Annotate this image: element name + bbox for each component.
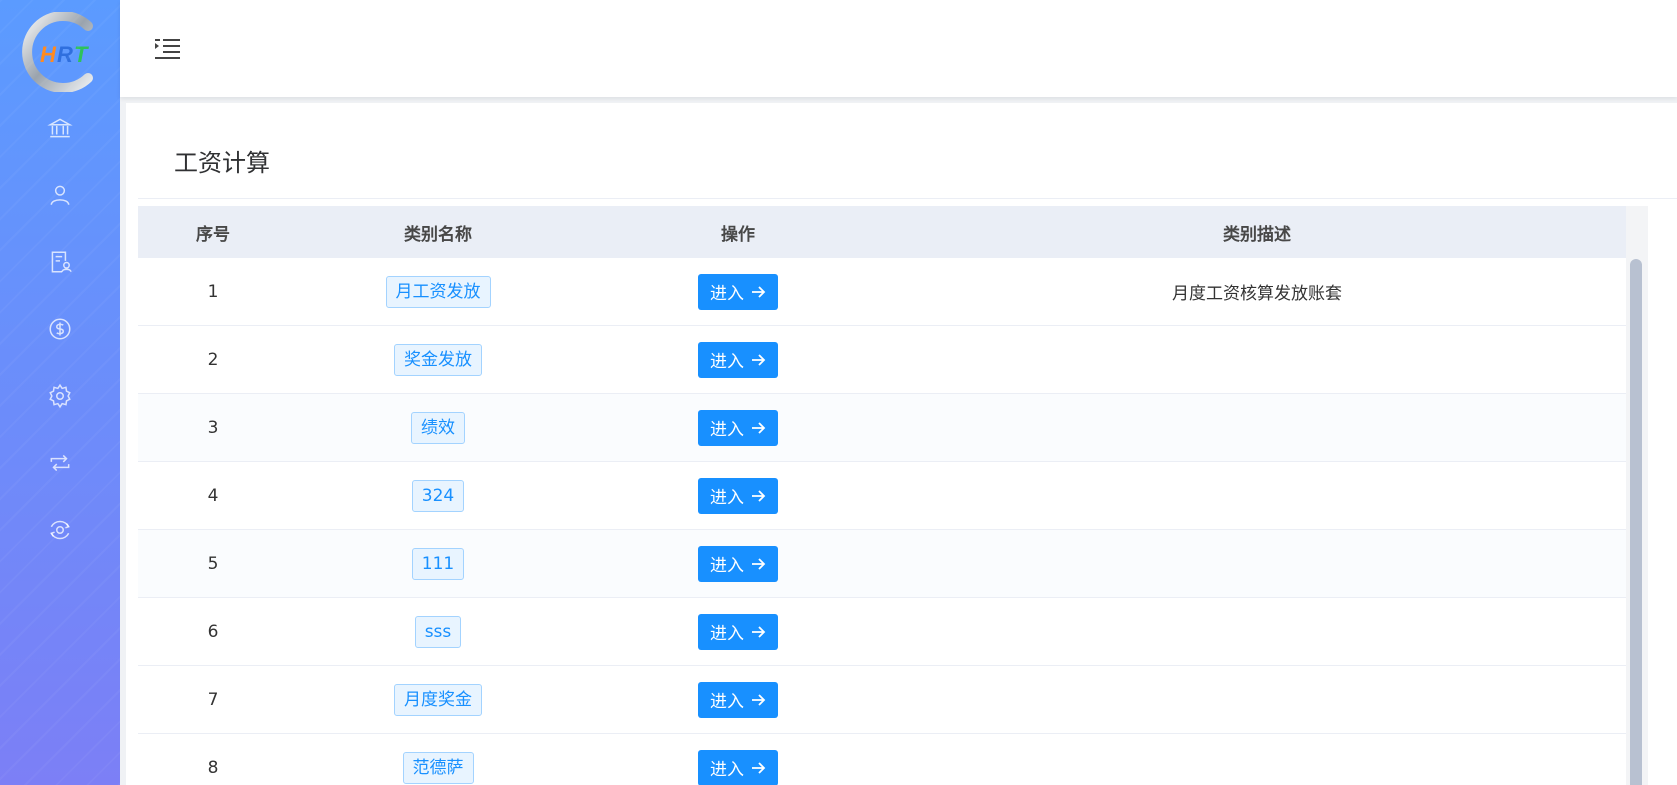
gear-icon xyxy=(49,383,71,409)
sidebar-item-salary[interactable] xyxy=(0,303,120,355)
category-tag: sss xyxy=(414,615,462,648)
row-index: 5 xyxy=(207,553,219,574)
enter-button[interactable]: 进入 xyxy=(698,341,778,378)
sidebar-item-home[interactable] xyxy=(0,102,120,154)
enter-button[interactable]: 进入 xyxy=(698,409,778,446)
arrow-right-icon xyxy=(752,489,766,502)
arrow-right-icon xyxy=(752,693,766,706)
arrow-right-icon xyxy=(752,557,766,570)
sidebar-item-monitor[interactable] xyxy=(0,504,120,556)
sidebar-item-employees[interactable] xyxy=(0,169,120,221)
scrollbar-thumb[interactable] xyxy=(1630,259,1642,785)
table-header: 序号 类别名称 操作 类别描述 xyxy=(138,206,1626,258)
sidebar-item-records[interactable] xyxy=(0,236,120,288)
top-navbar xyxy=(120,0,1677,97)
bank-icon xyxy=(47,118,73,138)
category-tag: 绩效 xyxy=(411,411,465,444)
arrow-right-icon xyxy=(752,353,766,366)
svg-text:R: R xyxy=(57,42,73,67)
hrt-logo[interactable]: H R T xyxy=(16,11,104,93)
row-description: 月度工资核算发放账套 xyxy=(1172,284,1342,304)
column-header-description[interactable]: 类别描述 xyxy=(888,220,1626,245)
svg-text:H: H xyxy=(40,42,57,67)
table-row: 2 奖金发放 进入 xyxy=(138,326,1626,394)
document-user-icon xyxy=(51,251,72,273)
category-tag: 月度奖金 xyxy=(394,683,482,716)
column-header-name[interactable]: 类别名称 xyxy=(288,220,588,245)
column-header-action[interactable]: 操作 xyxy=(588,220,888,245)
table-row: 3 绩效 进入 xyxy=(138,394,1626,462)
sidebar-item-settings[interactable] xyxy=(0,370,120,422)
category-tag: 范德萨 xyxy=(402,751,474,784)
category-tag: 奖金发放 xyxy=(394,343,482,376)
arrow-right-icon xyxy=(752,761,766,774)
table-row: 4 324 进入 xyxy=(138,462,1626,530)
row-index: 8 xyxy=(207,757,219,778)
eye-refresh-icon xyxy=(50,520,70,540)
arrow-right-icon xyxy=(752,625,766,638)
svg-text:T: T xyxy=(74,42,89,67)
row-index: 6 xyxy=(207,621,219,642)
salary-category-table: 序号 类别名称 操作 类别描述 1 月工资发放 进入 月度工资核算发放账套 2 … xyxy=(138,206,1626,785)
enter-button[interactable]: 进入 xyxy=(698,681,778,718)
dollar-icon xyxy=(49,318,71,340)
column-header-index[interactable]: 序号 xyxy=(138,220,288,245)
arrow-right-icon xyxy=(752,421,766,434)
enter-button[interactable]: 进入 xyxy=(698,545,778,582)
table-row: 6 sss 进入 xyxy=(138,598,1626,666)
row-index: 4 xyxy=(207,485,219,506)
enter-button-label: 进入 xyxy=(710,488,744,508)
enter-button-label: 进入 xyxy=(710,692,744,712)
sidebar: H R T xyxy=(0,0,120,785)
enter-button-label: 进入 xyxy=(710,556,744,576)
category-tag: 324 xyxy=(411,479,465,512)
repeat-icon xyxy=(50,454,70,472)
table-row: 5 111 进入 xyxy=(138,530,1626,598)
enter-button[interactable]: 进入 xyxy=(698,749,778,785)
enter-button-label: 进入 xyxy=(710,284,744,304)
enter-button-label: 进入 xyxy=(710,352,744,372)
enter-button-label: 进入 xyxy=(710,420,744,440)
enter-button[interactable]: 进入 xyxy=(698,477,778,514)
category-tag: 月工资发放 xyxy=(385,275,491,308)
category-tag: 111 xyxy=(411,547,465,580)
salary-card: 工资计算 序号 类别名称 操作 类别描述 1 月工资发放 进入 月度工资核算发放… xyxy=(126,103,1677,785)
enter-button[interactable]: 进入 xyxy=(698,613,778,650)
table-row: 1 月工资发放 进入 月度工资核算发放账套 xyxy=(138,258,1626,326)
enter-button-label: 进入 xyxy=(710,760,744,780)
table-row: 8 范德萨 进入 xyxy=(138,734,1626,785)
row-index: 7 xyxy=(207,689,219,710)
arrow-right-icon xyxy=(752,285,766,298)
row-index: 3 xyxy=(207,417,219,438)
table-row: 7 月度奖金 进入 xyxy=(138,666,1626,734)
enter-button-label: 进入 xyxy=(710,624,744,644)
user-icon xyxy=(50,185,70,205)
row-index: 1 xyxy=(207,281,219,302)
sidebar-item-transfer[interactable] xyxy=(0,437,120,489)
divider xyxy=(138,198,1677,199)
indent-menu-icon[interactable] xyxy=(152,34,182,64)
enter-button[interactable]: 进入 xyxy=(698,273,778,310)
page-title: 工资计算 xyxy=(174,149,270,177)
row-index: 2 xyxy=(207,349,219,370)
